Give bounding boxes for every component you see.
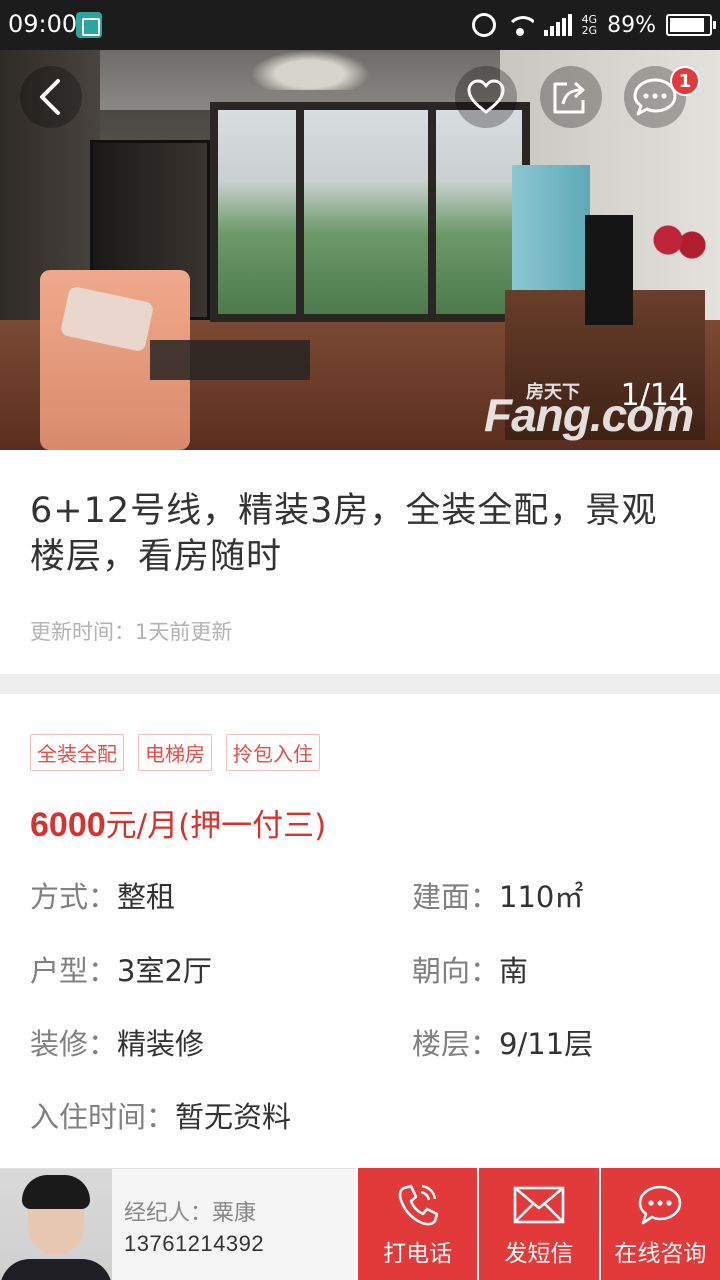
detail-label: 户型： xyxy=(30,954,118,988)
back-arrow-icon xyxy=(40,79,60,115)
detail-value: 整租 xyxy=(117,880,176,914)
detail-label: 入住时间： xyxy=(30,1100,176,1134)
wifi-icon xyxy=(505,14,534,36)
chat-label: 在线咨询 xyxy=(614,1241,707,1267)
detail-value: 3室2厅 xyxy=(117,954,212,988)
heart-icon xyxy=(467,79,505,114)
detail-area: 建面：110㎡ xyxy=(412,874,583,916)
share-icon xyxy=(553,81,585,114)
chat-icon xyxy=(637,1180,683,1230)
detail-mode: 方式：整租 xyxy=(30,874,175,916)
agent-name: 经纪人：粟康 xyxy=(124,1201,257,1226)
avatar[interactable] xyxy=(0,1169,112,1280)
detail-label: 方式： xyxy=(30,880,118,914)
feature-tags: 全装全配 电梯房 拎包入住 xyxy=(30,734,320,771)
detail-label: 装修： xyxy=(30,1027,118,1061)
back-button[interactable] xyxy=(20,66,82,128)
photo-window xyxy=(210,102,530,322)
tag-item: 全装全配 xyxy=(30,734,124,771)
call-label: 打电话 xyxy=(383,1241,453,1267)
detail-decoration: 装修：精装修 xyxy=(30,1021,204,1063)
screenshot-icon xyxy=(76,12,102,38)
detail-movein: 入住时间：暂无资料 xyxy=(30,1094,291,1136)
photo-tv xyxy=(585,215,633,325)
rent-price: 6000元/月(押一付三) xyxy=(30,800,326,845)
battery-icon xyxy=(666,14,716,36)
detail-value: 南 xyxy=(499,954,529,988)
network-type: 4G 2G xyxy=(582,14,598,36)
detail-value: 110㎡ xyxy=(499,880,584,914)
photo-lamp xyxy=(250,50,370,90)
avatar-hair xyxy=(22,1175,90,1209)
battery-percent: 89% xyxy=(607,12,656,38)
sms-button[interactable]: 发短信 xyxy=(477,1168,599,1280)
network-type-bottom: 2G xyxy=(581,24,598,37)
phone-icon xyxy=(396,1180,440,1230)
call-button[interactable]: 打电话 xyxy=(356,1168,478,1280)
status-icons: 4G 2G 89% xyxy=(471,8,716,42)
agent-phone: 13761214392 xyxy=(124,1231,265,1256)
message-count-badge: 1 xyxy=(670,66,700,96)
sms-label: 发短信 xyxy=(504,1241,574,1267)
update-time: 更新时间：1天前更新 xyxy=(30,620,233,644)
tag-item: 电梯房 xyxy=(138,734,212,771)
detail-layout: 户型：3室2厅 xyxy=(30,948,212,990)
listing-title: 6+12号线，精装3房，全装全配，景观楼层，看房随时 xyxy=(30,491,658,577)
detail-label: 楼层： xyxy=(412,1027,500,1061)
section-divider xyxy=(0,674,720,694)
signal-icon xyxy=(543,14,572,36)
detail-floor: 楼层：9/11层 xyxy=(412,1021,593,1063)
photo-gallery[interactable]: 房天下 Fang.com 1/14 xyxy=(0,50,720,450)
detail-value: 9/11层 xyxy=(499,1027,594,1061)
agent-card[interactable]: 经纪人：粟康 13761214392 xyxy=(0,1168,356,1280)
alarm-icon xyxy=(471,13,496,37)
avatar-body xyxy=(0,1259,112,1280)
photo-flowers xyxy=(650,220,710,270)
price-amount: 6000 xyxy=(30,806,106,844)
detail-label: 朝向： xyxy=(412,954,500,988)
favorite-button[interactable] xyxy=(455,66,517,128)
detail-label: 建面： xyxy=(412,880,500,914)
bottom-action-bar: 经纪人：粟康 13761214392 打电话 发短信 在线咨询 xyxy=(0,1168,720,1280)
status-bar: 09:00 4G 2G 89% xyxy=(0,0,720,50)
status-time: 09:00 xyxy=(8,10,78,38)
share-button[interactable] xyxy=(540,66,602,128)
battery-fill xyxy=(670,18,704,32)
photo-table xyxy=(150,340,310,380)
envelope-icon xyxy=(512,1180,566,1230)
photo-counter: 1/14 xyxy=(620,378,688,413)
detail-orientation: 朝向：南 xyxy=(412,948,528,990)
detail-value: 精装修 xyxy=(117,1027,205,1061)
chat-button[interactable]: 在线咨询 xyxy=(598,1168,720,1280)
price-unit: 元/月(押一付三) xyxy=(105,808,327,844)
detail-value: 暂无资料 xyxy=(175,1100,292,1134)
tag-item: 拎包入住 xyxy=(226,734,320,771)
